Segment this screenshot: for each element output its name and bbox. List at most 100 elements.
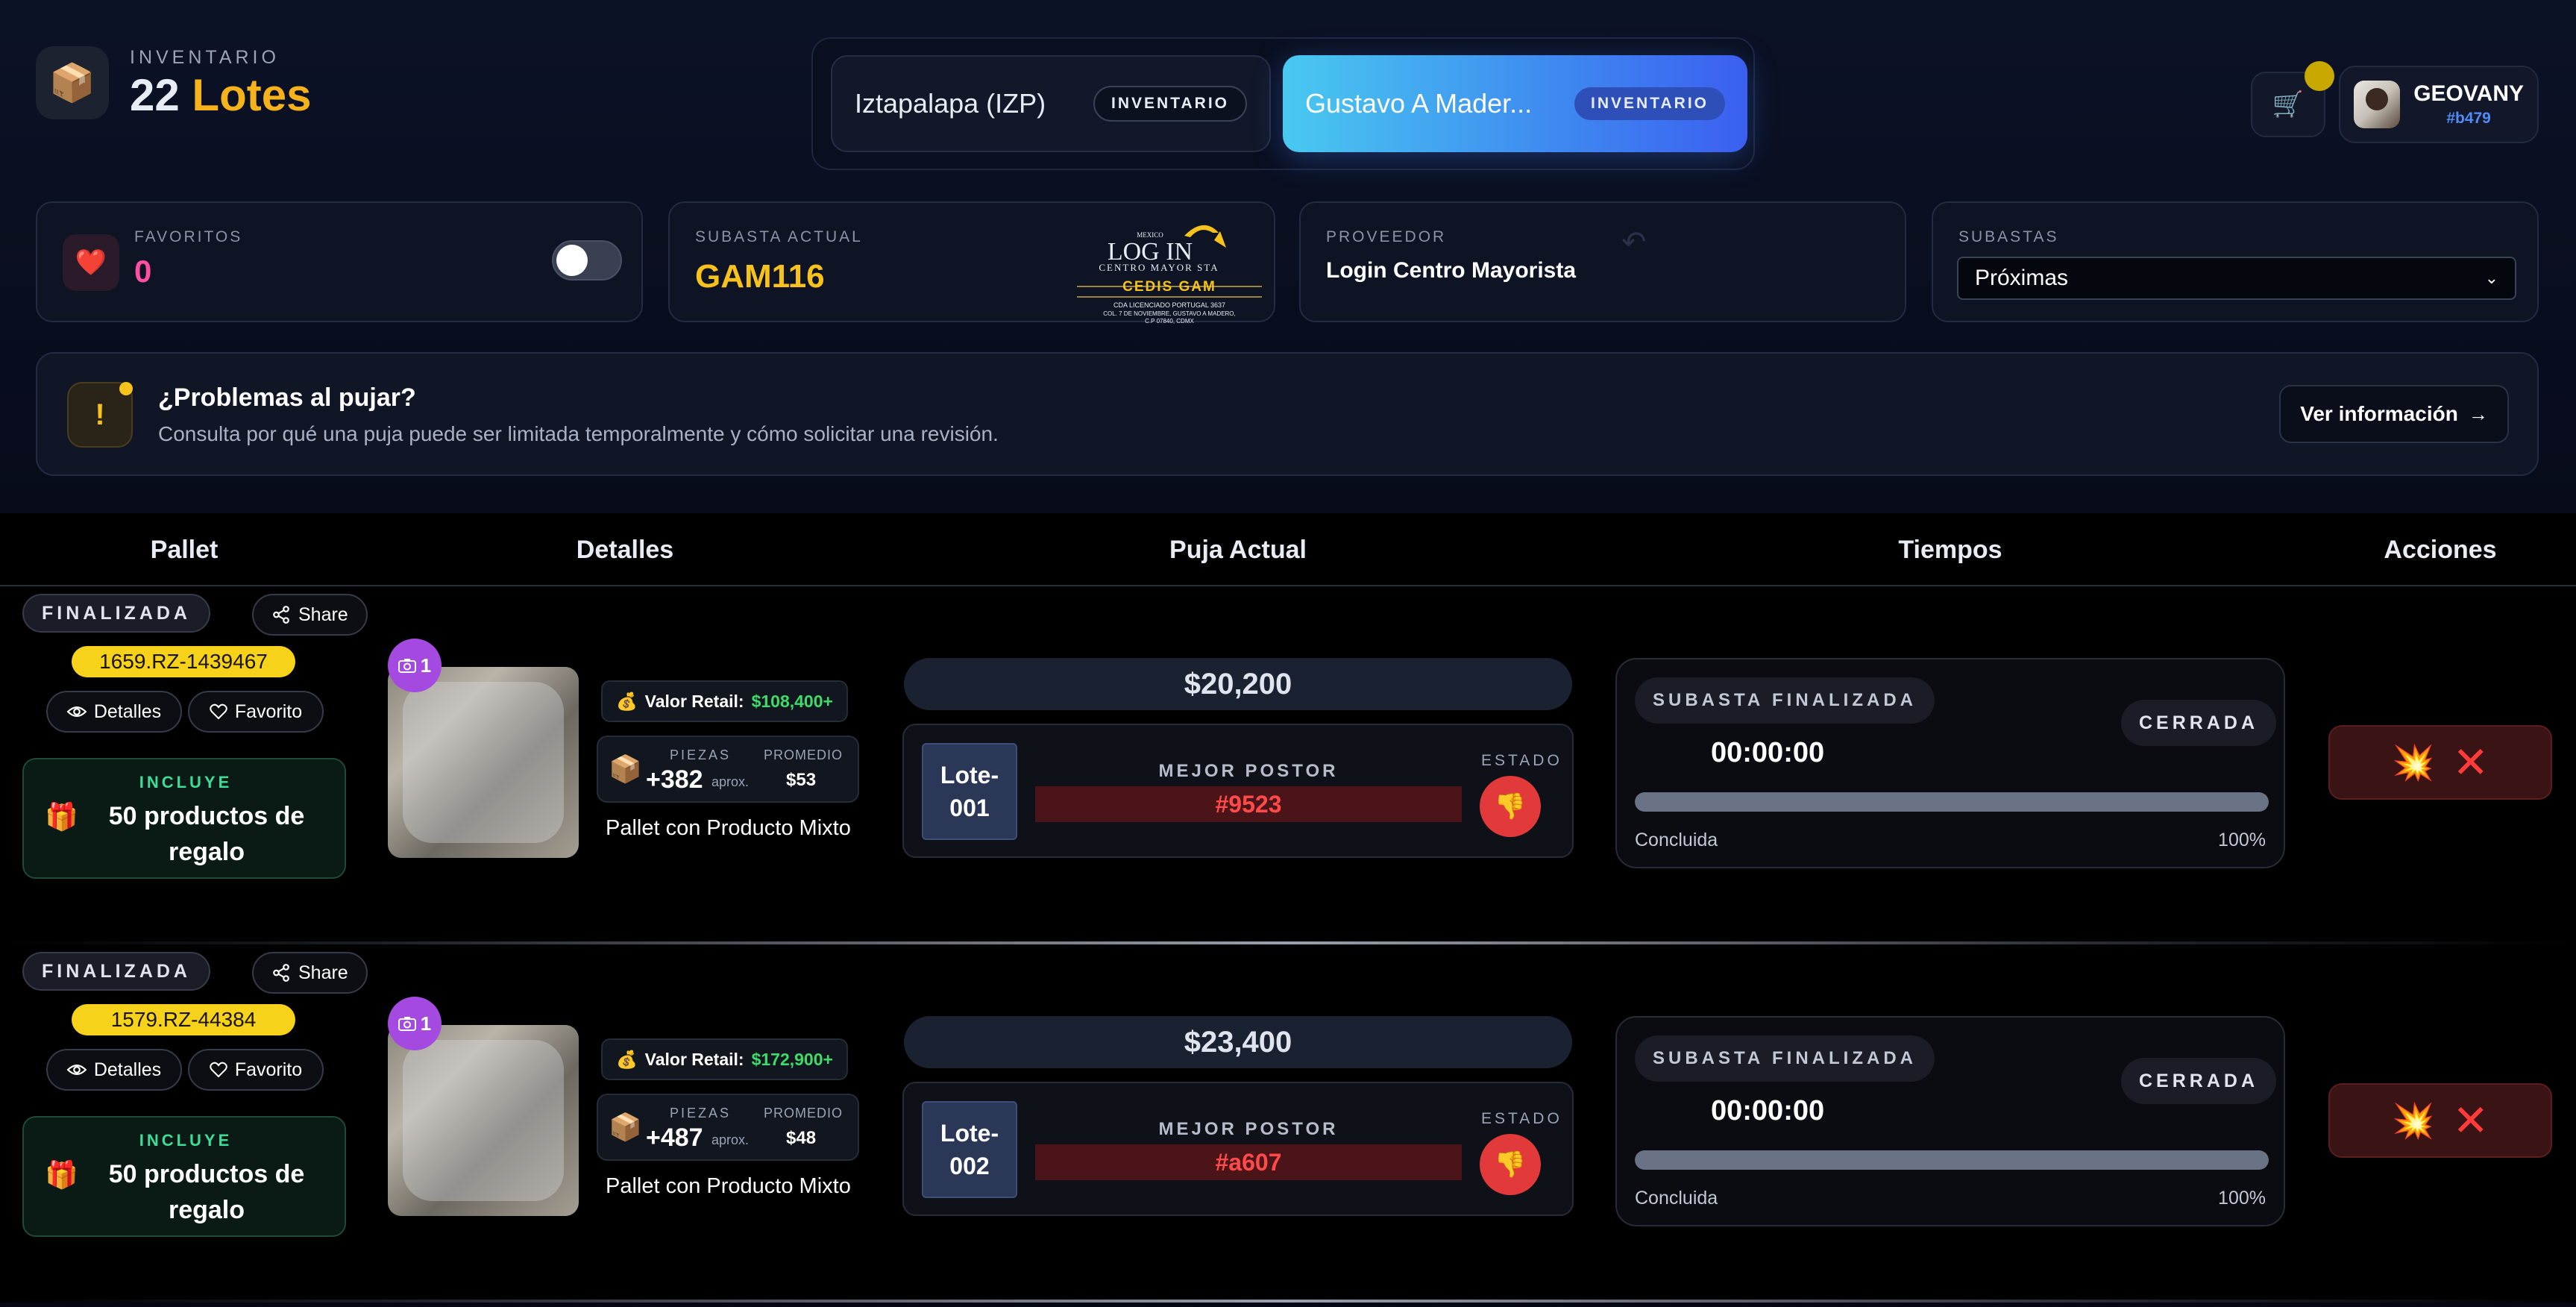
pieces-box: 📦 PIEZAS +487 aprox. PROMEDIO $48 [597, 1094, 859, 1161]
current-bid-price: $23,400 [904, 1016, 1572, 1068]
location-tab-gustavo-a-madero[interactable]: Gustavo A Mader... INVENTARIO [1283, 55, 1747, 152]
time-box: SUBASTA FINALIZADA CERRADA 00:00:00 Conc… [1615, 658, 2285, 868]
auction-finished-badge: SUBASTA FINALIZADA [1635, 677, 1935, 724]
best-bidder-id: #a607 [1035, 1144, 1462, 1180]
average-label: PROMEDIO [764, 747, 844, 762]
closed-action-button[interactable]: 💥 ✕ [2328, 1083, 2552, 1158]
box-icon: 📦 [36, 46, 109, 119]
auctions-card: SUBASTAS Próximas ⌄ [1932, 201, 2539, 322]
photo-count-badge: 1 [388, 997, 442, 1050]
time-progress-bar [1635, 792, 2269, 812]
column-header-details: Detalles [576, 536, 674, 564]
auctions-selected-value: Próximas [1975, 266, 2069, 290]
money-bag-icon: 💰 [616, 691, 638, 711]
user-profile-chip[interactable]: GEOVANY #b479 [2339, 66, 2539, 143]
details-label: Detalles [93, 1059, 162, 1080]
pieces-label: PIEZAS [670, 1106, 732, 1120]
progress-label: Concluida [1635, 1188, 1718, 1209]
time-box: SUBASTA FINALIZADA CERRADA 00:00:00 Conc… [1615, 1016, 2285, 1226]
pieces-value: +382 [646, 765, 703, 794]
details-button[interactable]: Detalles [46, 1049, 182, 1091]
auctions-label: SUBASTAS [1958, 228, 2059, 245]
closed-action-button[interactable]: 💥 ✕ [2328, 725, 2552, 800]
bid-info-box: Lote- 001 MEJOR POSTOR #9523 ESTADO 👎 [902, 724, 1574, 858]
table-row: FINALIZADA Share 1579.RZ-44384 Detalles … [0, 944, 2576, 1303]
progress-percent: 100% [2218, 830, 2266, 850]
share-icon [273, 606, 289, 624]
closed-badge: CERRADA [2121, 1058, 2276, 1104]
time-progress-fill [1635, 1150, 2269, 1170]
close-icon: ✕ [2452, 1097, 2489, 1145]
location-tabs: Iztapalapa (IZP) INVENTARIO Gustavo A Ma… [811, 37, 1755, 170]
share-label: Share [298, 604, 348, 625]
chevron-down-icon: ⌄ [2484, 269, 2498, 287]
retail-value-chip: 💰 Valor Retail: $172,900+ [601, 1038, 848, 1080]
pallet-photo[interactable] [388, 667, 579, 858]
retail-value: $172,900+ [751, 1049, 833, 1069]
share-button[interactable]: Share [252, 594, 368, 636]
current-auction-label: SUBASTA ACTUAL [695, 228, 863, 245]
thumbs-down-icon: 👎 [1480, 776, 1541, 837]
avatar [2354, 81, 2401, 128]
average-value: $53 [786, 770, 817, 790]
pieces-box: 📦 PIEZAS +382 aprox. PROMEDIO $53 [597, 736, 859, 803]
column-header-pallet: Pallet [150, 536, 219, 564]
table-header: Pallet Detalles Puja Actual Tiempos Acci… [0, 513, 2576, 586]
pallet-wrap-shape [403, 1040, 564, 1201]
brand: 📦 INVENTARIO 22 Lotes [36, 46, 311, 119]
provider-logo-icon: ↶ [1621, 226, 1647, 259]
heart-outline-icon [210, 1062, 227, 1078]
lot-tag: Lote- 002 [922, 1101, 1017, 1198]
details-button[interactable]: Detalles [46, 691, 182, 733]
view-info-button[interactable]: Ver información → [2279, 385, 2509, 443]
heart-icon: ❤️ [63, 234, 119, 291]
current-bid-price: $20,200 [904, 658, 1572, 710]
favorite-button[interactable]: Favorito [188, 691, 324, 733]
box-icon: 📦 [609, 753, 642, 784]
status-label: ESTADO [1481, 752, 1562, 769]
pallet-code: 1579.RZ-44384 [72, 1004, 295, 1035]
bid-problems-banner: ! ¿Problemas al pujar? Consulta por qué … [36, 352, 2539, 476]
current-auction-card: SUBASTA ACTUAL GAM116 MEXICO LOG IN CENT… [668, 201, 1275, 324]
favorite-button[interactable]: Favorito [188, 1049, 324, 1091]
details-label: Detalles [93, 700, 162, 722]
view-info-label: Ver información [2300, 402, 2458, 425]
pallet-photo[interactable] [388, 1025, 579, 1216]
gift-label: INCLUYE [139, 773, 233, 792]
best-bidder-id: #9523 [1035, 786, 1462, 822]
location-tab-label: Gustavo A Mader... [1305, 88, 1533, 119]
time-progress-fill [1635, 792, 2269, 812]
current-auction-code: GAM116 [695, 258, 825, 295]
top-panel: 📦 INVENTARIO 22 Lotes Iztapalapa (IZP) I… [0, 0, 2576, 513]
login-cedis-logo: MEXICO LOG IN CENTRO MAYOR STA CEDIS GAM… [1077, 225, 1262, 324]
pieces-label: PIEZAS [670, 747, 732, 762]
lot-count: 22 [130, 69, 180, 120]
column-header-times: Tiempos [1898, 536, 2002, 564]
gift-box: 🎁 INCLUYE 50 productos de regalo [22, 758, 346, 879]
share-label: Share [298, 962, 348, 983]
pallet-type: Pallet con Producto Mixto [606, 1174, 851, 1198]
pallet-code: 1659.RZ-1439467 [72, 646, 295, 677]
heart-outline-icon [210, 703, 227, 720]
photo-count: 1 [420, 1012, 432, 1035]
lot-word: Lotes [192, 69, 312, 120]
eye-icon [66, 1064, 87, 1076]
photo-count: 1 [420, 654, 432, 677]
retail-value-chip: 💰 Valor Retail: $108,400+ [601, 680, 848, 722]
gift-text: 50 productos de regalo [108, 1160, 305, 1224]
favorites-toggle[interactable] [552, 240, 622, 280]
gavel-icon: 💥 [2392, 1100, 2435, 1140]
logo-arrowhead-icon [1214, 231, 1226, 248]
share-button[interactable]: Share [252, 952, 368, 994]
auctions-select[interactable]: Próximas ⌄ [1957, 257, 2516, 300]
location-tab-badge: INVENTARIO [1574, 87, 1725, 120]
toggle-knob [556, 245, 588, 276]
lot-tag: Lote- 001 [922, 743, 1017, 840]
arrow-right-icon: → [2468, 402, 2488, 425]
location-tab-iztapalapa[interactable]: Iztapalapa (IZP) INVENTARIO [831, 55, 1271, 152]
money-bag-icon: 💰 [616, 1049, 638, 1069]
location-tab-label: Iztapalapa (IZP) [855, 88, 1046, 119]
share-icon [273, 964, 289, 982]
camera-icon [398, 1017, 416, 1031]
banner-description: Consulta por qué una puja puede ser limi… [158, 422, 999, 445]
